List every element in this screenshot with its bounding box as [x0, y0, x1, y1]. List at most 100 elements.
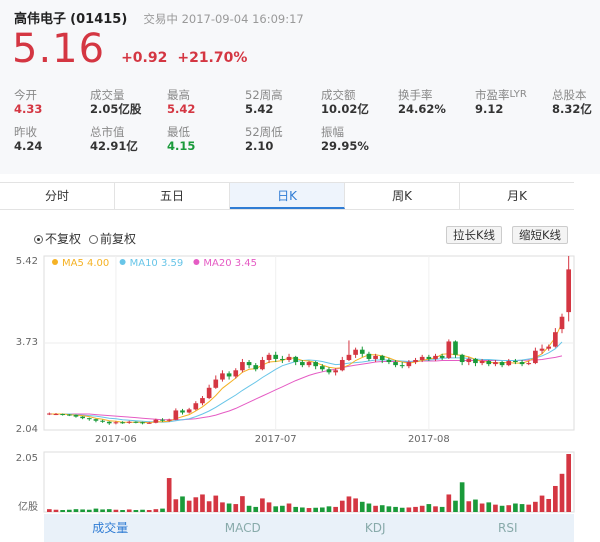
volume-bar [206, 501, 212, 512]
candle-body [406, 362, 412, 367]
tab-daily-k[interactable]: 日K [230, 183, 345, 209]
candle-body [566, 269, 572, 313]
candle-body [193, 403, 199, 410]
stat-value: 2.05亿股 [90, 102, 142, 116]
candle-body [466, 358, 472, 363]
kline-chart[interactable]: 5.42 3.73 2.04 2017-06 2017-07 2017-08 2.05 亿股 M… [0, 250, 600, 514]
tab-macd[interactable]: MACD [177, 514, 310, 542]
candle-body [213, 379, 219, 388]
tab-five-day[interactable]: 五日 [115, 183, 230, 209]
stat-label: 总股本 [552, 88, 587, 102]
candle-body [473, 358, 478, 364]
volume-bar [226, 503, 232, 512]
candle-body [399, 365, 405, 367]
indicator-tabs: 成交量 MACD KDJ RSI [44, 514, 574, 542]
candle-body [73, 415, 79, 417]
volume-bar [153, 509, 159, 512]
radio-unchecked-icon [89, 235, 99, 244]
candle-body [533, 350, 538, 364]
volume-bar [106, 509, 112, 512]
tab-volume[interactable]: 成交量 [44, 514, 177, 542]
stock-code: (01415) [70, 12, 128, 27]
candle-body [140, 422, 145, 424]
radio-label: 前复权 [100, 232, 137, 246]
legend-ma10: MA10 3.59 [130, 258, 184, 269]
volume-bar [339, 500, 345, 512]
candle-body [559, 316, 565, 330]
volume-bar [353, 498, 358, 512]
candle-body [246, 362, 252, 366]
price-change: +0.92 [121, 50, 168, 66]
candle-body [280, 358, 285, 360]
volume-bar [366, 503, 372, 512]
radio-label: 不复权 [45, 232, 82, 246]
tab-rsi[interactable]: RSI [442, 514, 575, 542]
volume-bar [373, 505, 378, 512]
volume-bar [306, 508, 312, 512]
candle-body [300, 362, 305, 366]
stat-label: 最低 [167, 125, 190, 139]
candle-body [553, 332, 558, 347]
volume-bar [300, 507, 305, 512]
volume-bar [526, 504, 532, 512]
radio-no-adjust[interactable]: 不复权 [34, 230, 81, 247]
volume-bar [519, 504, 525, 512]
volume-bar [266, 502, 272, 512]
stat-label: 昨收 [14, 125, 37, 139]
stretch-k-button[interactable]: 拉长K线 [446, 226, 503, 244]
stat-value: 29.95% [321, 139, 369, 153]
volume-bar [240, 496, 245, 512]
stock-name: 高伟电子 [14, 12, 67, 27]
candle-body [153, 419, 159, 423]
volume-bar [533, 501, 538, 512]
candle-body [286, 356, 292, 360]
volume-bar [73, 509, 79, 512]
volume-bar [419, 505, 425, 512]
volume-bar [553, 485, 558, 512]
stat-value: 2.10 [245, 139, 274, 153]
radio-forward-adjust[interactable]: 前复权 [89, 230, 136, 247]
volume-bar [173, 499, 179, 512]
volume-bar [160, 508, 165, 512]
volume-bar [393, 506, 398, 512]
volume-bar [499, 505, 505, 512]
tab-monthly-k[interactable]: 月K [460, 183, 574, 209]
candle-body [133, 421, 139, 423]
candle-body [53, 414, 59, 416]
candle-body [486, 361, 492, 365]
tab-intraday[interactable]: 分时 [0, 183, 115, 209]
candle-body [446, 341, 452, 358]
stat-label: 成交量 [90, 88, 125, 102]
candle-body [419, 356, 425, 360]
volume-bar [113, 509, 119, 512]
volume-bar [220, 502, 225, 512]
stat-turnover-rate: 换手率 24.62% [398, 88, 446, 116]
volume-bar [200, 494, 205, 512]
candle-body [453, 341, 458, 355]
volume-bar [359, 501, 365, 512]
candle-body [220, 373, 225, 380]
shrink-k-button[interactable]: 缩短K线 [512, 226, 569, 244]
candle-body [306, 362, 312, 366]
candle-body [359, 349, 365, 354]
volume-bar [180, 496, 185, 512]
legend-ma5: MA5 4.00 [62, 258, 109, 269]
stat-prev-close: 昨收 4.24 [14, 125, 42, 153]
candle-body [166, 419, 172, 421]
volume-bar [193, 497, 199, 512]
volume-bar [433, 506, 438, 512]
tab-kdj[interactable]: KDJ [309, 514, 442, 542]
legend-dot-ma20 [193, 259, 200, 265]
candle-body [233, 370, 239, 377]
volume-bar [313, 507, 318, 512]
lyr-tag: LYR [509, 89, 527, 100]
stat-label: 总市值 [90, 125, 125, 139]
volume-bar [140, 509, 145, 512]
volume-bar [566, 454, 572, 512]
ma5-line [49, 322, 563, 424]
stat-value: 5.42 [167, 102, 196, 116]
tab-weekly-k[interactable]: 周K [345, 183, 460, 209]
stat-label: 振幅 [321, 125, 344, 139]
candle-body [253, 365, 259, 370]
trade-status: 交易中 2017-09-04 16:09:17 [143, 12, 304, 26]
